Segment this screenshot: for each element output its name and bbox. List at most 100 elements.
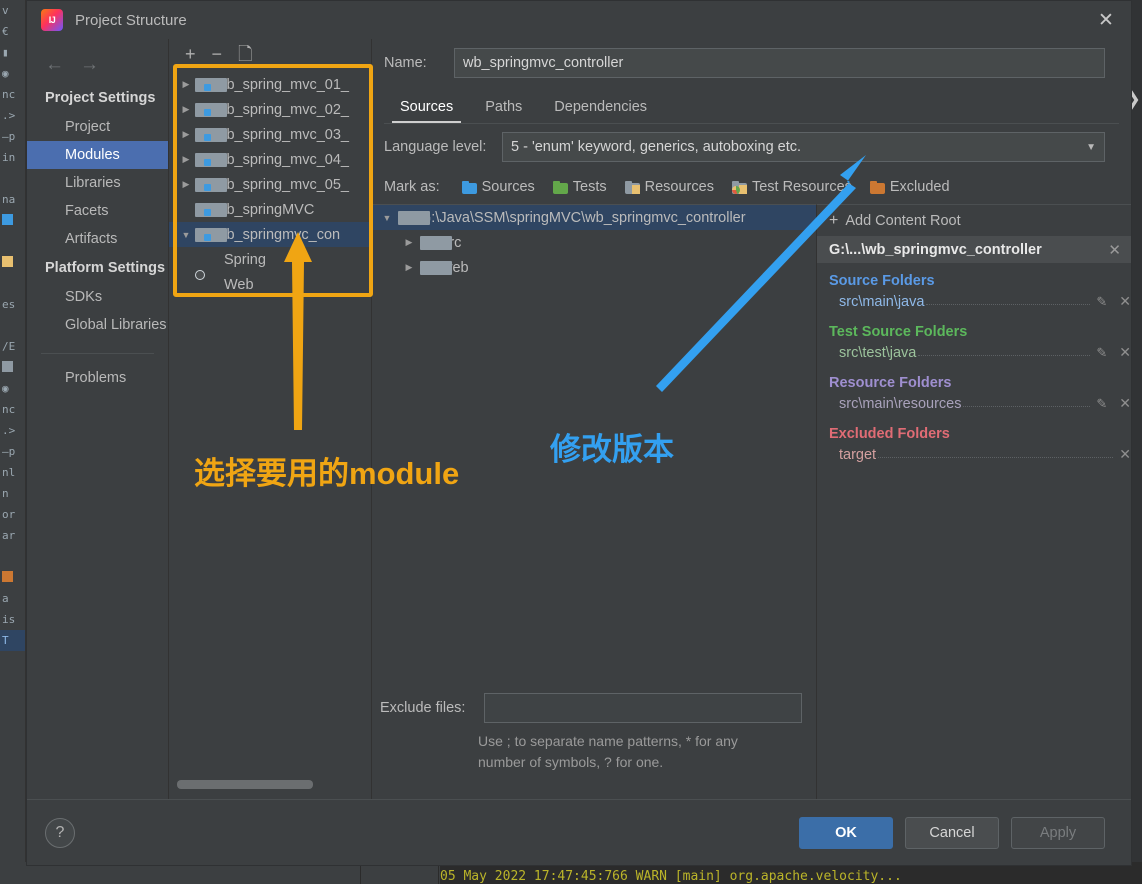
module-row-04[interactable]: ▶ wb_spring_mvc_04_ (169, 147, 371, 172)
module-label: wb_spring_mvc_02_ (216, 101, 349, 118)
pencil-icon[interactable]: ✎ (1096, 345, 1107, 361)
excluded-folders-group: Excluded Folders target ✕ (817, 416, 1131, 467)
module-label: wb_springMVC (216, 201, 315, 218)
sliver-line: —p (2, 130, 16, 143)
sliver-line: /E (2, 340, 16, 353)
sidebar-item-sdks[interactable]: SDKs (27, 283, 168, 311)
expand-arrow-icon[interactable]: ▶ (177, 129, 195, 140)
sidebar-item-libraries[interactable]: Libraries (27, 169, 168, 197)
module-row-springmvc[interactable]: wb_springMVC (169, 197, 371, 222)
close-icon[interactable]: ✕ (1119, 344, 1131, 361)
tab-sources[interactable]: Sources (384, 93, 469, 123)
expand-arrow-icon[interactable]: ▶ (398, 237, 420, 248)
content-roots-panel: + Add Content Root G:\...\wb_springmvc_c… (817, 204, 1131, 799)
module-folder-icon (195, 178, 227, 192)
excluded-folder-item[interactable]: target ✕ (829, 442, 1131, 467)
sidebar-item-facets[interactable]: Facets (27, 197, 168, 225)
close-icon[interactable]: ✕ (1119, 446, 1131, 463)
mark-as-resources-button[interactable]: Resources (619, 177, 720, 197)
dialog-titlebar: Project Structure ✕ (27, 1, 1131, 39)
expand-arrow-icon[interactable]: ▶ (177, 154, 195, 165)
pencil-icon[interactable]: ✎ (1096, 294, 1107, 310)
module-row-springmvc-controller[interactable]: ▼ wb_springmvc_con (169, 222, 371, 247)
web-facet-icon (203, 278, 219, 292)
sidebar-divider (41, 353, 154, 354)
mark-as-tests-button[interactable]: Tests (547, 177, 613, 197)
remove-module-button[interactable]: − (212, 45, 223, 63)
add-content-root-button[interactable]: + Add Content Root (817, 205, 1131, 236)
expand-arrow-icon[interactable]: ▶ (177, 179, 195, 190)
module-editor-panel: Name: wb_springmvc_controller Sources Pa… (372, 39, 1131, 799)
excluded-folder-icon (869, 180, 885, 194)
sidebar-item-problems[interactable]: Problems (27, 364, 168, 392)
collapse-arrow-icon[interactable]: ▼ (177, 230, 195, 240)
close-icon[interactable]: ✕ (1119, 395, 1131, 412)
content-root-path: G:\Java\SSM\springMVC\wb_springmvc_contr… (420, 209, 746, 226)
question-mark-icon[interactable]: ? (45, 817, 75, 848)
sliver-line: a (2, 592, 9, 605)
close-icon[interactable]: ✕ (1119, 293, 1131, 310)
expand-arrow-icon[interactable]: ▶ (177, 104, 195, 115)
apply-button[interactable]: Apply (1011, 816, 1105, 849)
content-root-header[interactable]: G:\...\wb_springmvc_controller ✕ (817, 236, 1131, 263)
mark-as-sources-button[interactable]: Sources (456, 177, 541, 197)
sidebar-item-project[interactable]: Project (27, 113, 168, 141)
language-level-select[interactable]: 5 - 'enum' keyword, generics, autoboxing… (502, 132, 1105, 162)
content-tree-row-web[interactable]: ▶ web (372, 255, 816, 280)
mark-as-excluded-button[interactable]: Excluded (864, 177, 956, 197)
close-icon[interactable]: ✕ (1108, 241, 1121, 259)
module-folder-icon (195, 78, 227, 92)
arrow-right-icon[interactable]: → (80, 54, 99, 76)
tab-dependencies[interactable]: Dependencies (538, 93, 663, 123)
pencil-icon[interactable]: ✎ (1096, 396, 1107, 412)
exclude-files-hint-line2: number of symbols, ? for one. (478, 754, 664, 770)
exclude-files-input[interactable] (484, 693, 802, 723)
excluded-folder-path: target (839, 446, 877, 463)
module-row-05[interactable]: ▶ wb_spring_mvc_05_ (169, 172, 371, 197)
folder-icon (420, 236, 452, 250)
dot-leader (918, 346, 1091, 356)
sliver-line (0, 231, 25, 252)
modules-horizontal-scrollbar[interactable] (177, 780, 313, 789)
module-row-01[interactable]: ▶ wb_spring_mvc_01_ (169, 72, 371, 97)
sidebar-item-modules[interactable]: Modules (27, 141, 168, 169)
facet-row-spring[interactable]: Spring (169, 247, 371, 272)
expand-arrow-icon[interactable]: ▶ (177, 79, 195, 90)
resource-folder-item[interactable]: src\main\resources ✎ ✕ (829, 391, 1131, 416)
source-folders-group: Source Folders src\main\java ✎ ✕ (817, 263, 1131, 314)
module-row-02[interactable]: ▶ wb_spring_mvc_02_ (169, 97, 371, 122)
test-source-folder-item[interactable]: src\test\java ✎ ✕ (829, 340, 1131, 365)
sliver-line (0, 546, 25, 567)
sliver-line: is (2, 613, 16, 626)
module-name-input[interactable]: wb_springmvc_controller (454, 48, 1105, 78)
source-folder-item[interactable]: src\main\java ✎ ✕ (829, 289, 1131, 314)
ok-button[interactable]: OK (799, 816, 893, 849)
tab-paths[interactable]: Paths (469, 93, 538, 123)
resource-folder-path: src\main\resources (839, 395, 962, 412)
close-icon[interactable]: ✕ (1089, 5, 1123, 35)
excluded-folders-title: Excluded Folders (829, 426, 950, 442)
collapse-arrow-icon[interactable]: ▼ (376, 213, 398, 223)
facet-row-web[interactable]: Web (169, 272, 371, 297)
module-label: wb_spring_mvc_01_ (216, 76, 349, 93)
module-name-row: Name: wb_springmvc_controller (372, 39, 1131, 87)
content-tree-row-src[interactable]: ▶ src (372, 230, 816, 255)
dot-leader (963, 397, 1091, 407)
copy-icon[interactable]: 🗋 (238, 45, 252, 63)
arrow-left-icon[interactable]: ← (45, 54, 64, 76)
content-root-row[interactable]: ▼ G:\Java\SSM\springMVC\wb_springmvc_con… (372, 205, 816, 230)
dot-leader (878, 448, 1114, 458)
content-root-header-label: G:\...\wb_springmvc_controller (829, 241, 1042, 258)
sidebar-item-artifacts[interactable]: Artifacts (27, 225, 168, 253)
cancel-button[interactable]: Cancel (905, 816, 999, 849)
sidebar-item-global-libraries[interactable]: Global Libraries (27, 311, 168, 339)
expand-arrow-icon[interactable]: ▶ (398, 262, 420, 273)
add-module-button[interactable]: + (185, 45, 196, 63)
sliver-line (0, 357, 25, 378)
chevron-down-icon[interactable]: ▼ (1086, 142, 1096, 153)
mark-as-test-resources-button[interactable]: Test Resources (726, 177, 858, 197)
source-folders-title: Source Folders (829, 273, 935, 289)
ide-left-sliver: v € ▮ ◉ nc .> —p in na es /E ◉ nc .> —p … (0, 0, 26, 884)
module-folder-icon (195, 153, 227, 167)
module-row-03[interactable]: ▶ wb_spring_mvc_03_ (169, 122, 371, 147)
